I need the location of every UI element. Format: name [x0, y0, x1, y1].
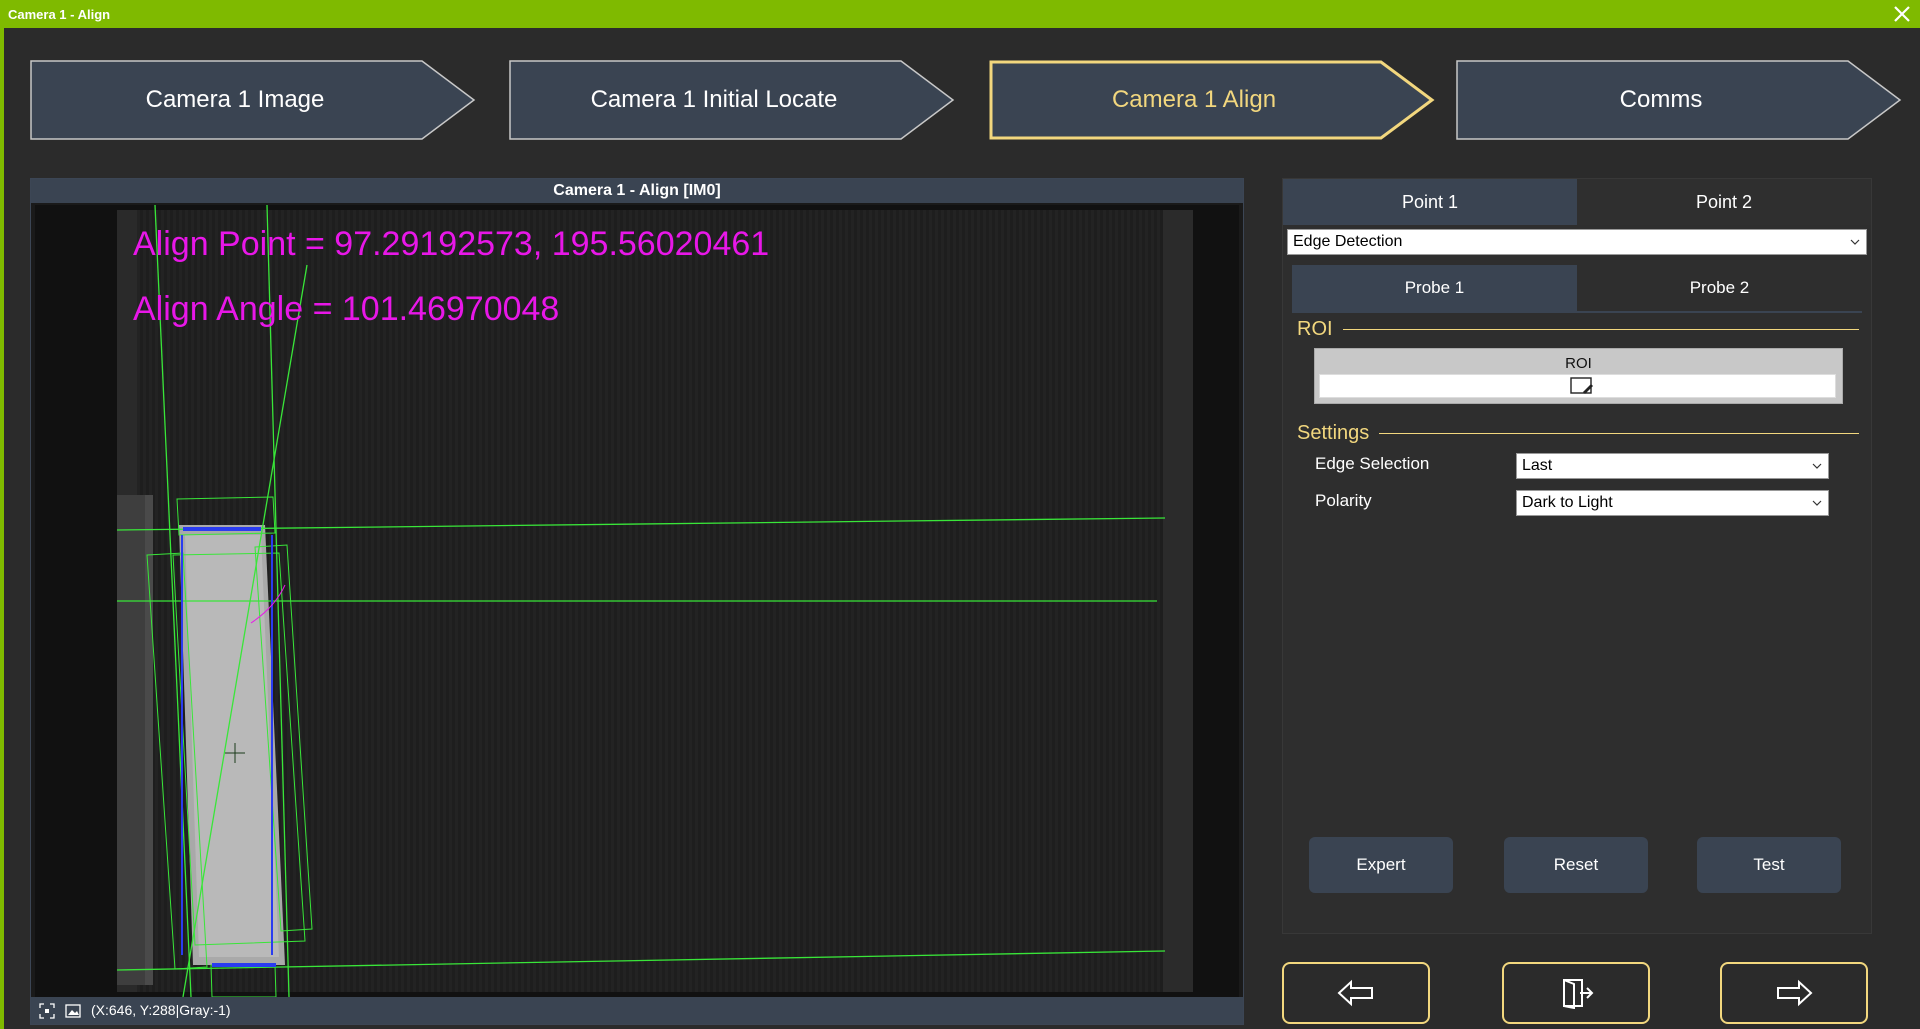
roi-label: ROI: [1565, 355, 1592, 372]
settings-section-header: Settings: [1297, 422, 1859, 445]
tool-type-select[interactable]: Edge Detection: [1287, 229, 1867, 255]
window-title: Camera 1 - Align: [8, 7, 111, 22]
expert-button[interactable]: Expert: [1309, 837, 1453, 893]
viewer-title: Camera 1 - Align [IM0]: [31, 179, 1243, 203]
step-label: Camera 1 Initial Locate: [590, 86, 838, 113]
chevron-down-icon: [1812, 463, 1822, 469]
exit-door-icon: [1563, 979, 1594, 1009]
tab-probe-2[interactable]: Probe 2: [1577, 265, 1862, 311]
viewer-status-bar: (X:646, Y:288|Gray:-1): [31, 997, 1243, 1024]
section-divider: [1342, 329, 1859, 330]
chevron-down-icon: [1812, 500, 1822, 506]
next-button[interactable]: [1720, 962, 1868, 1024]
test-button[interactable]: Test: [1697, 837, 1841, 893]
align-point-readout: Align Point = 97.29192573, 195.56020461: [133, 225, 770, 263]
edge-selection-value: Last: [1522, 457, 1553, 474]
tab-point-2[interactable]: Point 2: [1577, 179, 1871, 225]
close-icon[interactable]: [1890, 2, 1914, 26]
section-divider: [1379, 433, 1859, 434]
roi-section-title: ROI: [1297, 318, 1333, 340]
roi-section-header: ROI: [1297, 318, 1859, 341]
cursor-coordinates: (X:646, Y:288|Gray:-1): [91, 1002, 231, 1018]
step-label: Comms: [1619, 86, 1703, 113]
edge-selection-label: Edge Selection: [1315, 454, 1430, 473]
tool-type-value: Edge Detection: [1293, 233, 1403, 250]
exit-button[interactable]: [1502, 962, 1650, 1024]
polarity-select[interactable]: Dark to Light: [1516, 490, 1829, 516]
step-label: Camera 1 Image: [145, 86, 325, 113]
back-button[interactable]: [1282, 962, 1430, 1024]
step-comms[interactable]: Comms: [1456, 60, 1902, 140]
tab-point-1[interactable]: Point 1: [1283, 179, 1577, 225]
polarity-label: Polarity: [1315, 491, 1372, 510]
edit-roi-button[interactable]: [1319, 374, 1836, 398]
camera-image[interactable]: Align Point = 97.29192573, 195.56020461 …: [35, 204, 1239, 998]
arrow-right-icon: [1777, 979, 1813, 1007]
chevron-down-icon: [1850, 239, 1860, 245]
step-camera-1-align[interactable]: Camera 1 Align: [989, 60, 1435, 140]
probe-tabs: Probe 1 Probe 2: [1292, 265, 1862, 313]
step-label: Camera 1 Align: [1111, 86, 1277, 113]
edit-roi-icon: [1570, 377, 1593, 394]
fit-to-window-icon[interactable]: [39, 1003, 55, 1019]
tab-probe-1[interactable]: Probe 1: [1292, 265, 1577, 311]
align-angle-readout: Align Angle = 101.46970048: [133, 290, 560, 328]
window-titlebar: Camera 1 - Align: [0, 0, 1920, 28]
settings-section-title: Settings: [1297, 422, 1370, 444]
arrow-left-icon: [1337, 979, 1373, 1007]
step-camera-1-image[interactable]: Camera 1 Image: [30, 60, 476, 140]
roi-group: ROI: [1314, 348, 1843, 404]
point-tabs: Point 1 Point 2: [1283, 179, 1871, 225]
image-viewer: Camera 1 - Align [IM0] Align Point = 97.…: [30, 178, 1244, 1025]
step-camera-1-initial-locate[interactable]: Camera 1 Initial Locate: [509, 60, 955, 140]
polarity-value: Dark to Light: [1522, 494, 1613, 511]
edge-selection-select[interactable]: Last: [1516, 453, 1829, 479]
image-icon[interactable]: [65, 1003, 81, 1019]
settings-panel: Point 1 Point 2 Edge Detection Probe 1 P…: [1282, 178, 1872, 934]
reset-button[interactable]: Reset: [1504, 837, 1648, 893]
window-frame: [0, 28, 4, 1029]
